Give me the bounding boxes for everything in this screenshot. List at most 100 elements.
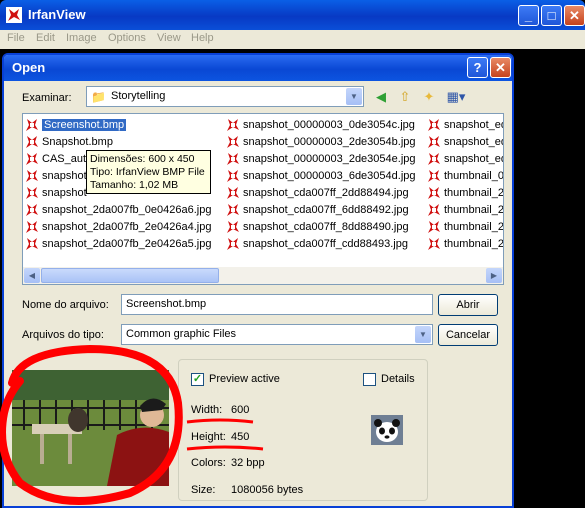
scroll-thumb[interactable]: [41, 268, 219, 283]
irfanview-file-icon: [427, 220, 441, 234]
horizontal-scrollbar[interactable]: ◀ ▶: [23, 267, 503, 284]
file-item[interactable]: Screenshot.bmp: [25, 117, 127, 133]
file-item[interactable]: snapshot_cda007ff_2dd88494.jpg: [226, 185, 409, 201]
file-name: snapshot_00000003_6de3054d.jpg: [243, 170, 416, 182]
file-item[interactable]: snapshot_cda007ff_cdd88493.jpg: [226, 236, 408, 252]
width-label: Width:: [191, 404, 223, 416]
irfanview-file-icon: [226, 237, 240, 251]
height-value: 450: [231, 431, 250, 443]
file-item[interactable]: thumbnail_2d: [427, 236, 504, 252]
dialog-close-button[interactable]: ✕: [490, 57, 511, 78]
panda-icon: [371, 415, 403, 445]
file-name: Snapshot.bmp: [42, 136, 113, 148]
file-item[interactable]: snapshot_2da007fb_2e0426a5.jpg: [25, 236, 211, 252]
app-title: IrfanView: [28, 7, 86, 22]
menu-image[interactable]: Image: [66, 32, 97, 44]
maximize-button[interactable]: □: [541, 5, 562, 26]
file-item[interactable]: thumbnail_2d: [427, 185, 504, 201]
file-name: thumbnail_2d: [444, 187, 504, 199]
look-in-dropdown[interactable]: 📁 Storytelling ▼: [86, 86, 364, 107]
irfanview-file-icon: [25, 118, 39, 132]
file-name: snapshot_cda007ff_8dd88490.jpg: [243, 221, 409, 233]
file-name: snapshot: [42, 170, 87, 182]
view-menu-icon[interactable]: ▦▾: [444, 88, 468, 106]
up-folder-icon[interactable]: ⇧: [396, 88, 414, 106]
chevron-down-icon[interactable]: ▼: [415, 326, 431, 343]
back-icon[interactable]: ◀: [372, 88, 390, 106]
file-item[interactable]: thumbnail_2d: [427, 219, 504, 235]
file-item[interactable]: snapshot_00000003_6de3054d.jpg: [226, 168, 416, 184]
preview-active-label: Preview active: [209, 373, 280, 385]
preview-active-checkbox[interactable]: ✓: [191, 373, 204, 386]
file-item[interactable]: thumbnail_00: [427, 168, 504, 184]
tooltip-size: Tamanho: 1,02 MB: [90, 179, 179, 191]
file-item[interactable]: snapshot_cda007ff_6dd88492.jpg: [226, 202, 409, 218]
help-button[interactable]: ?: [467, 57, 488, 78]
file-name: thumbnail_00: [444, 170, 504, 182]
file-name: Screenshot.bmp: [42, 119, 127, 131]
irfanview-file-icon: [427, 186, 441, 200]
file-item[interactable]: snapshot_cda007ff_8dd88490.jpg: [226, 219, 409, 235]
details-checkbox[interactable]: [363, 373, 376, 386]
irfanview-file-icon: [25, 220, 39, 234]
details-label: Details: [381, 373, 415, 385]
file-name: snapshot_cda007ff_6dd88492.jpg: [243, 204, 409, 216]
tooltip-type: Tipo: IrfanView BMP File: [90, 166, 205, 178]
scroll-left-icon[interactable]: ◀: [24, 268, 40, 283]
file-item[interactable]: snapshot_00000003_0de3054c.jpg: [226, 117, 415, 133]
file-name: thumbnail_2d: [444, 238, 504, 250]
file-name: snapshot_00000003_2de3054e.jpg: [243, 153, 416, 165]
folder-icon: 📁: [91, 90, 106, 104]
file-item[interactable]: snapshot_ed: [427, 134, 503, 150]
file-list[interactable]: ◀ ▶ Screenshot.bmp Snapshot.bmp CAS_auto sn…: [22, 113, 504, 285]
minimize-button[interactable]: _: [518, 5, 539, 26]
irfanview-file-icon: [427, 169, 441, 183]
file-name: thumbnail_2d: [444, 221, 504, 233]
file-name: snapshot_2da007fb_2e0426a5.jpg: [42, 238, 212, 250]
file-item[interactable]: snapshot_2da007fb_0e0426a6.jpg: [25, 202, 211, 218]
irfanview-file-icon: [25, 152, 39, 166]
file-item[interactable]: snapshot_ed: [427, 151, 503, 167]
file-name: snapshot: [42, 187, 87, 199]
irfanview-file-icon: [427, 237, 441, 251]
chevron-down-icon[interactable]: ▼: [346, 88, 362, 105]
filename-field[interactable]: Screenshot.bmp: [121, 294, 433, 315]
open-button[interactable]: Abrir: [438, 294, 498, 316]
irfanview-file-icon: [427, 203, 441, 217]
file-item[interactable]: thumbnail_2d: [427, 202, 503, 218]
file-name: snapshot_cda007ff_2dd88494.jpg: [243, 187, 409, 199]
filetype-dropdown[interactable]: Common graphic Files ▼: [121, 324, 433, 345]
irfanview-file-icon: [226, 135, 240, 149]
file-item[interactable]: snapshot_00000003_2de3054b.jpg: [226, 134, 416, 150]
file-item[interactable]: snapshot: [25, 185, 87, 201]
irfanview-file-icon: [427, 152, 441, 166]
irfanview-file-icon: [226, 152, 240, 166]
file-item[interactable]: CAS_auto: [25, 151, 92, 167]
menu-options[interactable]: Options: [108, 32, 146, 44]
irfanview-file-icon: [25, 135, 39, 149]
menu-help[interactable]: Help: [191, 32, 214, 44]
file-item[interactable]: snapshot: [25, 168, 87, 184]
irfanview-file-icon: [226, 220, 240, 234]
file-item[interactable]: Snapshot.bmp: [25, 134, 113, 150]
annotation-circle: [0, 344, 183, 505]
menu-bar: File Edit Image Options View Help: [0, 30, 585, 49]
file-item[interactable]: snapshot_2da007fb_2e0426a4.jpg: [25, 219, 211, 235]
cancel-button[interactable]: Cancelar: [438, 324, 498, 346]
file-item[interactable]: snapshot_ed: [427, 117, 503, 133]
open-button-label: Abrir: [456, 299, 480, 311]
file-item[interactable]: snapshot_00000003_2de3054e.jpg: [226, 151, 416, 167]
file-name: snapshot_2da007fb_0e0426a6.jpg: [42, 204, 212, 216]
new-folder-icon[interactable]: ✦: [420, 88, 438, 106]
width-value: 600: [231, 404, 250, 416]
scroll-right-icon[interactable]: ▶: [486, 268, 502, 283]
menu-edit[interactable]: Edit: [36, 32, 55, 44]
colors-label: Colors:: [191, 457, 226, 469]
dialog-title-bar: Open ? ✕: [4, 55, 512, 81]
file-name: CAS_auto: [42, 153, 93, 165]
menu-view[interactable]: View: [157, 32, 181, 44]
irfanview-logo-icon: [6, 7, 22, 23]
close-button[interactable]: ✕: [564, 5, 585, 26]
annotation-underline: [186, 445, 264, 451]
menu-file[interactable]: File: [7, 32, 25, 44]
